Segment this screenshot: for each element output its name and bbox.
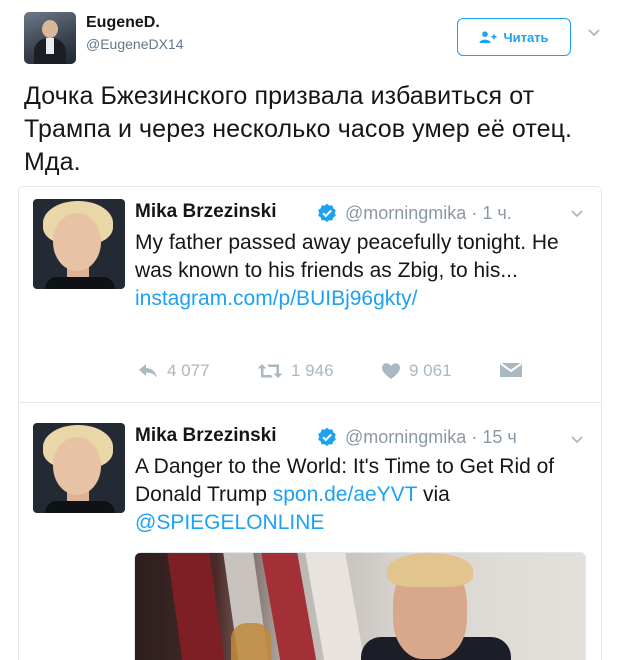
like-button[interactable]: 9 061 bbox=[381, 361, 452, 381]
quoted-tweet-text: A Danger to the World: It's Time to Get … bbox=[135, 453, 575, 537]
quoted-author-name[interactable]: Mika Brzezinski bbox=[135, 201, 277, 223]
quoted-author-handle[interactable]: @morningmika · 15 ч bbox=[345, 427, 517, 448]
chevron-down-icon[interactable] bbox=[569, 205, 585, 221]
retweet-icon bbox=[257, 364, 283, 378]
quoted-tweet-text: My father passed away peacefully tonight… bbox=[135, 229, 575, 313]
author-avatar[interactable] bbox=[24, 12, 76, 64]
chevron-down-icon[interactable] bbox=[569, 431, 585, 447]
author-handle[interactable]: @EugeneDX14 bbox=[86, 36, 184, 52]
handle-text: @morningmika bbox=[345, 203, 467, 223]
verified-badge-icon bbox=[318, 427, 336, 446]
handle-text: @morningmika bbox=[345, 427, 467, 447]
tweet-header: EugeneD. @EugeneDX14 Читать bbox=[24, 12, 604, 68]
add-user-icon bbox=[479, 31, 497, 43]
via-text: via bbox=[422, 483, 450, 506]
quoted-author-avatar[interactable] bbox=[33, 423, 125, 513]
retweet-button[interactable]: 1 946 bbox=[257, 361, 334, 381]
quoted-author-handle[interactable]: @morningmika · 1 ч. bbox=[345, 203, 512, 224]
verified-badge-icon bbox=[318, 203, 336, 222]
reply-icon bbox=[139, 364, 157, 378]
envelope-icon bbox=[499, 362, 523, 377]
tweet-body: My father passed away peacefully tonight… bbox=[135, 231, 559, 282]
spiegel-link[interactable]: spon.de/aeYVT bbox=[273, 483, 417, 506]
instagram-link[interactable]: instagram.com/p/BUIBj96gkty/ bbox=[135, 287, 417, 310]
quoted-author-name[interactable]: Mika Brzezinski bbox=[135, 425, 277, 447]
divider bbox=[19, 402, 601, 403]
reply-button[interactable]: 4 077 bbox=[137, 361, 210, 381]
reply-count: 4 077 bbox=[167, 361, 210, 380]
quoted-author-avatar[interactable] bbox=[33, 199, 125, 289]
follow-label: Читать bbox=[503, 29, 549, 45]
heart-icon bbox=[382, 363, 400, 379]
tweet-text: Дочка Бжезинского призвала избавиться от… bbox=[24, 82, 573, 176]
tweet-time[interactable]: · 15 ч bbox=[471, 427, 516, 447]
author-name[interactable]: EugeneD. bbox=[86, 14, 160, 32]
spiegel-mention-link[interactable]: @SPIEGELONLINE bbox=[135, 511, 324, 534]
follow-button[interactable]: Читать bbox=[457, 18, 571, 56]
tweet-time[interactable]: · 1 ч. bbox=[471, 203, 511, 223]
direct-message-button[interactable] bbox=[499, 361, 523, 379]
like-count: 9 061 bbox=[409, 361, 452, 380]
tweet-media-image[interactable] bbox=[134, 552, 586, 660]
retweet-count: 1 946 bbox=[291, 361, 334, 380]
tweet-actions: 4 077 1 946 9 061 bbox=[137, 361, 537, 389]
chevron-down-icon[interactable] bbox=[586, 24, 602, 40]
